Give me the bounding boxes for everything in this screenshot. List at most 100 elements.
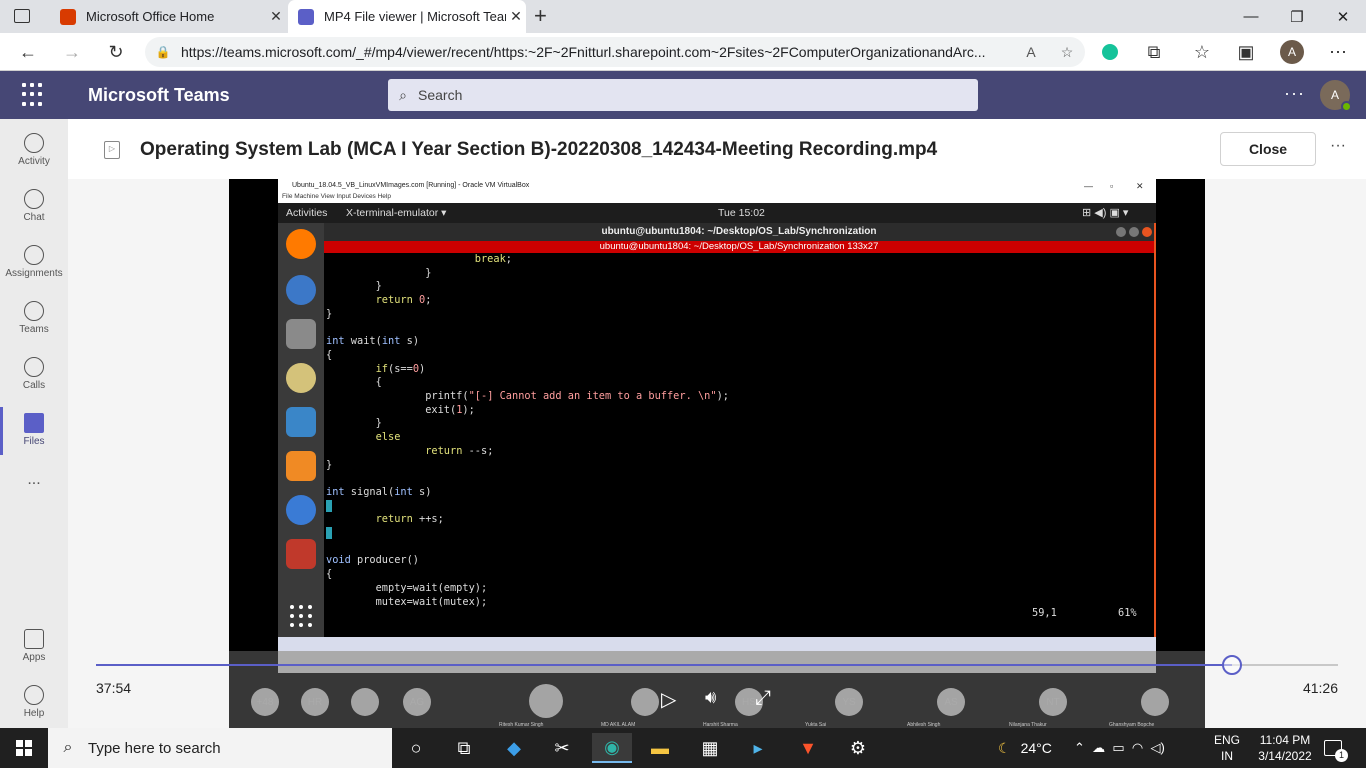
vscode-icon[interactable]: ◆: [494, 733, 534, 763]
snipping-tool-icon[interactable]: ✂: [542, 733, 582, 763]
weather-widget[interactable]: ☾ 24°C: [998, 728, 1052, 768]
tab-actions-icon[interactable]: [14, 9, 30, 23]
region-code: IN: [1221, 749, 1233, 763]
app-rail: Activity Chat Assignments Teams Calls Fi…: [0, 119, 68, 728]
more-options-icon[interactable]: ···: [1284, 83, 1305, 104]
read-aloud-icon[interactable]: A: [1013, 44, 1049, 60]
back-icon[interactable]: ←: [14, 38, 42, 66]
rail-label: Apps: [22, 652, 46, 663]
seek-bar-fill: [96, 664, 1233, 666]
grammarly-icon[interactable]: [1096, 38, 1124, 66]
user-avatar[interactable]: A: [1320, 80, 1352, 112]
tab-close-icon[interactable]: ✕: [506, 8, 526, 25]
fullscreen-icon[interactable]: ⤢: [755, 687, 771, 710]
clock-date: 3/14/2022: [1258, 749, 1312, 763]
current-time: 37:54: [96, 680, 132, 696]
participant-avatar: [631, 688, 659, 716]
teams-icon: [24, 301, 44, 321]
browser-tab-mp4-viewer[interactable]: MP4 File viewer | Microsoft Team ✕: [288, 0, 526, 33]
notification-center-icon[interactable]: 1: [1324, 728, 1348, 768]
rail-item-help[interactable]: Help: [0, 675, 68, 731]
browser-menu-icon[interactable]: ⋯: [1324, 38, 1352, 66]
forward-icon[interactable]: →: [58, 38, 86, 66]
cursor-position: 59,1: [1032, 607, 1057, 619]
rail-label: Teams: [19, 324, 49, 335]
file-explorer-icon[interactable]: ▬: [640, 733, 680, 763]
tab-title: Microsoft Office Home: [86, 9, 215, 24]
close-button[interactable]: Close: [1220, 132, 1316, 166]
favorite-star-icon[interactable]: ☆: [1049, 44, 1085, 61]
cloud-icon: ☁: [1092, 740, 1106, 755]
rail-item-chat[interactable]: Chat: [0, 179, 68, 235]
favorites-icon[interactable]: ☆: [1188, 38, 1216, 66]
term-min-icon: [1116, 227, 1126, 237]
start-button[interactable]: [0, 728, 48, 768]
taskbar-search-placeholder: Type here to search: [88, 739, 221, 757]
bell-icon: [24, 133, 44, 153]
play-icon[interactable]: ▷: [661, 687, 676, 712]
viewer-header: ▷ Operating System Lab (MCA I Year Secti…: [68, 119, 1366, 179]
language-indicator[interactable]: ENG IN: [1214, 732, 1240, 764]
powershell-icon[interactable]: ▸: [738, 733, 778, 763]
task-view-icon[interactable]: ⧉: [444, 733, 484, 763]
profile-avatar[interactable]: A: [1278, 38, 1306, 66]
participant-avatar: [351, 688, 379, 716]
vbox-close-icon: ✕: [1136, 181, 1144, 191]
extensions-icon[interactable]: ⧉: [1140, 38, 1168, 66]
rhythmbox-icon: [286, 363, 316, 393]
terminal-icon: [286, 539, 316, 569]
close-window-button[interactable]: ✕: [1320, 0, 1366, 33]
video-player[interactable]: Ubuntu_18.04.5_VB_LinuxVMImages.com [Run…: [229, 179, 1205, 728]
new-tab-button[interactable]: +: [534, 3, 547, 29]
url-text[interactable]: https://teams.microsoft.com/_#/mp4/viewe…: [181, 44, 1013, 60]
volume-icon[interactable]: 🔊︎: [705, 687, 716, 708]
writer-icon: [286, 407, 316, 437]
search-placeholder: Search: [418, 87, 463, 103]
help-icon: [24, 685, 44, 705]
edge-icon[interactable]: ◉: [592, 733, 632, 763]
refresh-icon[interactable]: ↻: [102, 38, 130, 66]
system-tray[interactable]: ⌃ ☁ ▭ ◠ ◁): [1074, 728, 1165, 768]
cortana-icon[interactable]: ○: [396, 733, 436, 763]
rail-item-apps[interactable]: Apps: [0, 619, 68, 675]
activities-label: Activities: [286, 207, 328, 219]
rail-label: Assignments: [5, 268, 63, 279]
rail-item-activity[interactable]: Activity: [0, 123, 68, 179]
code-editor: break; } } return 0; } int wait(int s) {…: [326, 253, 729, 608]
terminal-window: ubuntu@ubuntu1804: ~/Desktop/OS_Lab/Sync…: [324, 223, 1156, 637]
microsoft-store-icon[interactable]: ▦: [690, 733, 730, 763]
seek-bar[interactable]: [96, 664, 1338, 666]
term-close-icon: [1142, 227, 1152, 237]
rail-item-calls[interactable]: Calls: [0, 347, 68, 403]
address-bar[interactable]: 🔒 https://teams.microsoft.com/_#/mp4/vie…: [145, 37, 1085, 67]
windows-logo-icon: [16, 740, 32, 756]
rail-item-assignments[interactable]: Assignments: [0, 235, 68, 291]
rail-item-teams[interactable]: Teams: [0, 291, 68, 347]
participant-avatar: NT: [1039, 688, 1067, 716]
system-tray-icons: ⊞ ◀) ▣ ▾: [1082, 207, 1129, 219]
restore-button[interactable]: ❐: [1274, 0, 1320, 33]
more-options-icon[interactable]: ···: [1330, 137, 1346, 155]
tab-close-icon[interactable]: ✕: [266, 8, 286, 25]
browser-tab-office-home[interactable]: Microsoft Office Home ✕: [50, 0, 286, 33]
app-launcher-icon[interactable]: [22, 83, 46, 107]
collections-icon[interactable]: ▣: [1232, 38, 1260, 66]
rail-more-apps[interactable]: ...: [0, 471, 68, 527]
teams-icon: [298, 8, 314, 25]
minimize-button[interactable]: —: [1228, 0, 1274, 33]
browser-toolbar: ← → ↻ 🔒 https://teams.microsoft.com/_#/m…: [0, 33, 1366, 71]
rail-item-files[interactable]: Files: [0, 403, 68, 459]
windows-taskbar: ⌕ Type here to search ○ ⧉ ◆ ✂ ◉ ▬ ▦ ▸ ▼ …: [0, 728, 1366, 768]
firefox-icon: [286, 229, 316, 259]
participant-avatar: AS: [937, 688, 965, 716]
search-input[interactable]: ⌕ Search: [388, 79, 978, 111]
taskbar-search-input[interactable]: ⌕ Type here to search: [48, 728, 392, 768]
clock-label: Tue 15:02: [718, 207, 765, 219]
clock[interactable]: 11:04 PM 3/14/2022: [1254, 732, 1316, 764]
scroll-percent: 61%: [1118, 607, 1137, 619]
moon-icon: ☾: [998, 739, 1011, 756]
brave-icon[interactable]: ▼: [788, 733, 828, 763]
lock-icon[interactable]: 🔒: [145, 45, 181, 59]
settings-gear-icon[interactable]: ⚙: [838, 733, 878, 763]
gnome-top-bar: Activities X-terminal-emulator ▾ Tue 15:…: [278, 203, 1156, 223]
